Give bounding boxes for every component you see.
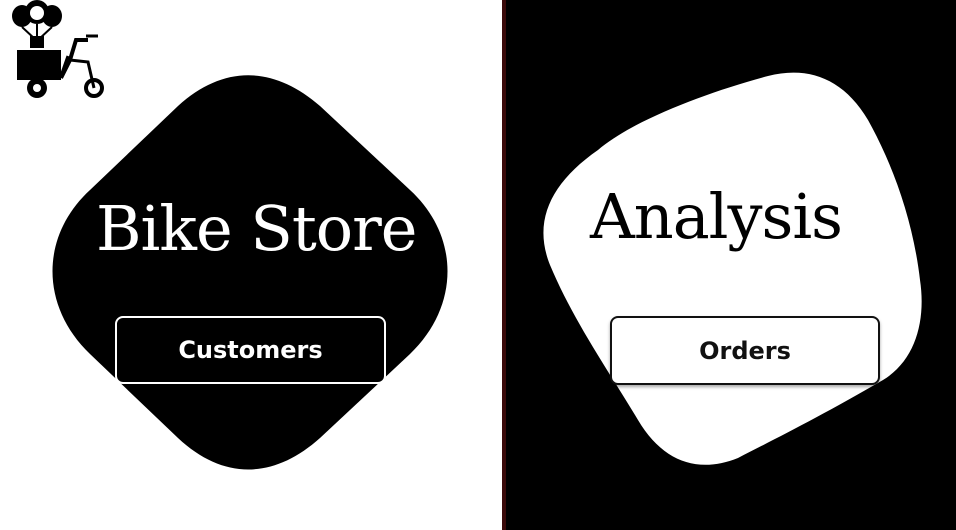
- customers-button-label: Customers: [178, 336, 323, 364]
- customers-button[interactable]: Customers: [115, 316, 386, 384]
- orders-button-label: Orders: [699, 336, 791, 365]
- report-page: Bike Store Analysis Customers Orders: [0, 0, 956, 530]
- page-title-analysis: Analysis: [590, 180, 843, 253]
- right-blob-shape: [543, 72, 922, 465]
- page-title-bike-store: Bike Store: [96, 192, 417, 265]
- left-blob-shape: [52, 75, 448, 470]
- orders-button[interactable]: Orders: [610, 316, 880, 385]
